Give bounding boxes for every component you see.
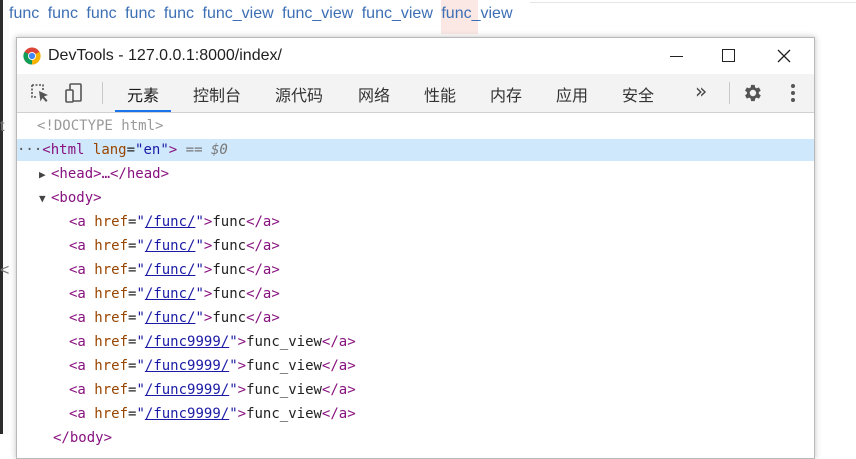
window-titlebar[interactable]: DevTools - 127.0.0.1:8000/index/	[17, 38, 814, 74]
inspect-element-icon[interactable]	[29, 82, 51, 104]
page-link[interactable]: func_view	[282, 5, 353, 22]
dom-node-body-close[interactable]: </body>	[17, 427, 814, 449]
dom-node-anchor[interactable]: <a href="/func/">func</a>	[17, 283, 814, 305]
href-link[interactable]: /func/	[145, 286, 196, 302]
tab-performance[interactable]: 性能	[424, 82, 456, 110]
href-link[interactable]: /func/	[145, 310, 196, 326]
maximize-button[interactable]	[705, 42, 751, 70]
page-link-row: func func func func func func_view func_…	[9, 5, 517, 23]
page-link[interactable]: func_view	[362, 5, 433, 22]
dom-node-anchor[interactable]: <a href="/func/">func</a>	[17, 259, 814, 281]
href-link[interactable]: /func9999/	[145, 406, 229, 422]
page-text-fragment: t	[0, 118, 5, 135]
dom-node-html[interactable]: ···<html lang="en"> == $0	[17, 139, 814, 161]
collapse-arrow-icon[interactable]: ▼	[39, 188, 51, 210]
selected-node-marker: == $0	[185, 142, 228, 158]
dom-node-anchor[interactable]: <a href="/func9999/">func_view</a>	[17, 379, 814, 401]
device-toolbar-icon[interactable]	[63, 82, 85, 104]
tab-network[interactable]: 网络	[358, 82, 390, 110]
page-link[interactable]: func	[9, 5, 39, 22]
page-link[interactable]: func	[164, 5, 194, 22]
href-link[interactable]: /func9999/	[145, 358, 229, 374]
toolbar-separator	[102, 82, 103, 104]
href-link[interactable]: /func9999/	[145, 334, 229, 350]
dom-node-anchor[interactable]: <a href="/func/">func</a>	[17, 307, 814, 329]
more-tabs-button[interactable]: »	[695, 79, 707, 103]
tab-console[interactable]: 控制台	[193, 82, 241, 110]
tab-security[interactable]: 安全	[622, 82, 654, 110]
doctype-text: <!DOCTYPE html>	[37, 118, 164, 134]
window-title: DevTools - 127.0.0.1:8000/index/	[48, 47, 282, 64]
devtools-toolbar: 元素 控制台 源代码 网络 性能 内存 应用 安全 »	[17, 74, 814, 113]
settings-gear-icon[interactable]	[741, 82, 763, 104]
dom-node-anchor[interactable]: <a href="/func9999/">func_view</a>	[17, 403, 814, 425]
page-link[interactable]: func	[86, 5, 116, 22]
tab-sources[interactable]: 源代码	[275, 82, 323, 110]
page-link[interactable]: func_view	[203, 5, 274, 22]
elements-tree: <!DOCTYPE html> ···<html lang="en"> == $…	[17, 113, 814, 458]
node-menu-dots[interactable]: ···	[17, 142, 42, 158]
toolbar-separator	[729, 82, 730, 104]
customize-menu-icon[interactable]	[782, 82, 804, 104]
page-left-dark-strip	[0, 0, 3, 434]
tab-memory[interactable]: 内存	[490, 82, 522, 110]
dom-node-anchor[interactable]: <a href="/func9999/">func_view</a>	[17, 331, 814, 353]
page-text-fragment: <	[0, 262, 10, 279]
href-link[interactable]: /func/	[145, 214, 196, 230]
close-button[interactable]	[761, 42, 807, 70]
page-link[interactable]: func	[48, 5, 78, 22]
chrome-logo-icon	[23, 47, 41, 65]
page-top-rule	[530, 2, 856, 3]
dom-node-anchor[interactable]: <a href="/func/">func</a>	[17, 211, 814, 233]
dom-node-anchor[interactable]: <a href="/func9999/">func_view</a>	[17, 355, 814, 377]
href-link[interactable]: /func9999/	[145, 382, 229, 398]
href-link[interactable]: /func/	[145, 238, 196, 254]
dom-node-body[interactable]: ▼ <body>	[17, 187, 814, 209]
tab-elements[interactable]: 元素	[114, 82, 172, 112]
expand-arrow-icon[interactable]: ▶	[39, 164, 51, 186]
devtools-window: DevTools - 127.0.0.1:8000/index/ 元素 控制台	[16, 37, 815, 459]
tab-application[interactable]: 应用	[556, 82, 588, 110]
dom-node-head[interactable]: ▶ <head>…</head>	[17, 163, 814, 185]
minimize-button[interactable]	[653, 42, 699, 70]
page-link[interactable]: func_view	[441, 5, 512, 22]
dom-node-anchor[interactable]: <a href="/func/">func</a>	[17, 235, 814, 257]
close-icon	[777, 49, 791, 63]
href-link[interactable]: /func/	[145, 262, 196, 278]
dom-node-doctype[interactable]: <!DOCTYPE html>	[17, 115, 814, 137]
page-link[interactable]: func	[125, 5, 155, 22]
